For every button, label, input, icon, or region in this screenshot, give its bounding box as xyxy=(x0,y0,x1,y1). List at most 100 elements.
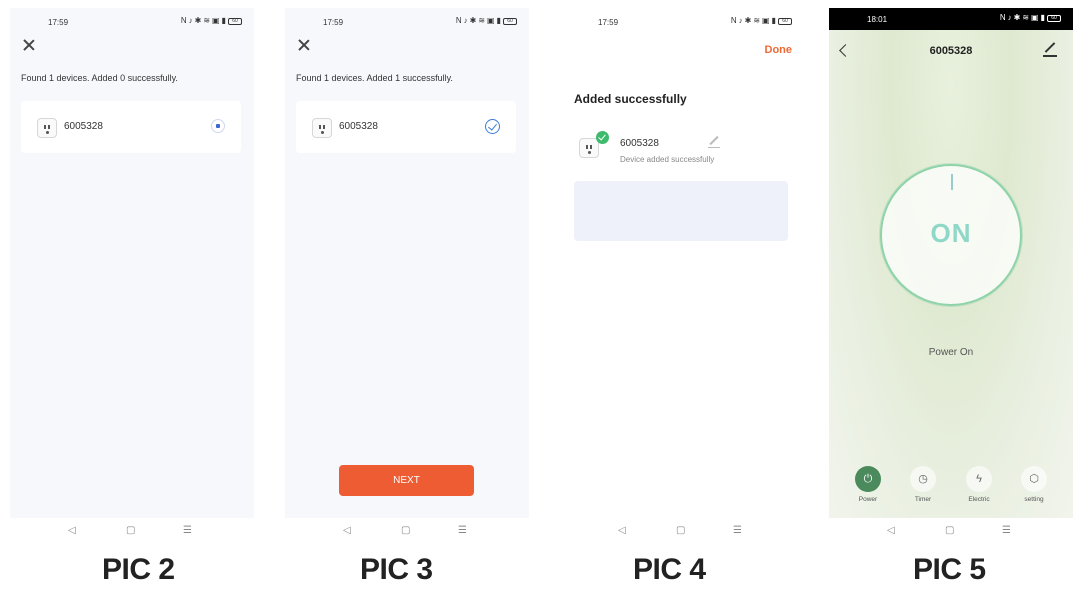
status-time: 18:01 xyxy=(867,15,888,24)
nav-back-icon[interactable]: ◁ xyxy=(68,525,76,536)
mute-icon: ♪ xyxy=(1007,13,1012,22)
status-icons: N ♪ ✱ ≋ ▣ ▮ 60 xyxy=(456,17,517,25)
bluetooth-icon: ✱ xyxy=(194,16,202,25)
wifi-icon: ≋ xyxy=(1022,13,1030,22)
device-name: 6005328 xyxy=(620,138,659,149)
caption-pic3: PIC 3 xyxy=(360,553,433,586)
tab-setting[interactable]: ⬡ setting xyxy=(1009,466,1059,503)
nav-menu-icon[interactable]: ☰ xyxy=(183,525,192,536)
smart-plug-icon xyxy=(579,138,599,158)
bluetooth-icon: ✱ xyxy=(744,16,752,25)
device-name: 6005328 xyxy=(339,121,378,132)
nav-home-icon[interactable]: ▢ xyxy=(401,525,410,536)
nav-back-icon[interactable]: ◁ xyxy=(887,525,895,536)
mute-icon: ♪ xyxy=(463,16,468,25)
dial-indicator xyxy=(951,174,953,190)
device-name: 6005328 xyxy=(64,121,103,132)
device-title: 6005328 xyxy=(929,45,973,57)
signal-icon: ▮ xyxy=(771,16,776,25)
android-nav-bar-pic2: ◁ ▢ ☰ xyxy=(10,518,254,548)
sim-icon: ▣ xyxy=(1031,13,1039,22)
battery-icon: 60 xyxy=(503,17,517,25)
lightning-icon: ϟ xyxy=(966,466,992,492)
mute-icon: ♪ xyxy=(738,16,743,25)
caption-pic2: PIC 2 xyxy=(102,553,175,586)
status-icons: N ♪ ✱ ≋ ▣ ▮ 60 xyxy=(731,17,792,25)
page-title: Added successfully xyxy=(574,92,687,106)
edit-icon[interactable] xyxy=(1043,42,1057,57)
pic3-screen: 17:59 N ♪ ✱ ≋ ▣ ▮ 60 Found 1 devices. Ad… xyxy=(285,8,529,518)
next-button[interactable]: NEXT xyxy=(339,465,474,496)
blank-card xyxy=(574,181,788,241)
nav-menu-icon[interactable]: ☰ xyxy=(458,525,467,536)
tab-timer-label: Timer xyxy=(914,496,932,503)
battery-icon: 60 xyxy=(228,17,242,25)
tab-setting-label: setting xyxy=(1024,496,1044,503)
nav-back-icon[interactable]: ◁ xyxy=(343,525,351,536)
power-dial[interactable]: ON xyxy=(880,164,1022,306)
nfc-icon: N xyxy=(730,16,737,25)
nfc-icon: N xyxy=(999,13,1006,22)
caption-pic4: PIC 4 xyxy=(633,553,706,586)
status-bar: 18:01 N ♪ ✱ ≋ ▣ ▮ 60 xyxy=(829,8,1073,30)
status-time: 17:59 xyxy=(48,18,69,27)
check-circle-icon xyxy=(485,119,500,134)
device-status-text: Device added successfully xyxy=(620,155,715,164)
power-dial-label: ON xyxy=(930,218,972,248)
pic2-screen: 17:59 N ♪ ✱ ≋ ▣ ▮ 60 Found 1 devices. Ad… xyxy=(10,8,254,518)
nfc-icon: N xyxy=(180,16,187,25)
pencil-icon[interactable] xyxy=(708,136,720,148)
android-nav-bar-pic4: ◁ ▢ ☰ xyxy=(560,518,804,548)
tab-timer[interactable]: ◷ Timer xyxy=(898,466,948,503)
found-status-text: Found 1 devices. Added 0 successfully. xyxy=(21,73,178,83)
close-icon[interactable] xyxy=(297,38,311,52)
success-check-icon xyxy=(596,131,609,144)
status-time: 17:59 xyxy=(323,18,344,27)
smart-plug-icon xyxy=(312,118,332,138)
tab-power[interactable]: ⏻ Power xyxy=(843,466,893,503)
status-bar: 17:59 N ♪ ✱ ≋ ▣ ▮ 60 xyxy=(285,8,529,36)
nav-home-icon[interactable]: ▢ xyxy=(676,525,685,536)
timer-icon: ◷ xyxy=(910,466,936,492)
pic5-screen: 18:01 N ♪ ✱ ≋ ▣ ▮ 60 6005328 ON Power On… xyxy=(829,8,1073,518)
settings-cube-icon: ⬡ xyxy=(1021,466,1047,492)
signal-icon: ▮ xyxy=(496,16,501,25)
sim-icon: ▣ xyxy=(487,16,495,25)
signal-icon: ▮ xyxy=(221,16,226,25)
status-icons: N ♪ ✱ ≋ ▣ ▮ 60 xyxy=(1000,14,1061,22)
status-bar: 17:59 N ♪ ✱ ≋ ▣ ▮ 60 xyxy=(560,8,804,36)
found-status-text: Found 1 devices. Added 1 successfully. xyxy=(296,73,453,83)
bottom-tab-bar: ⏻ Power ◷ Timer ϟ Electric ⬡ setting xyxy=(829,466,1073,506)
nfc-icon: N xyxy=(455,16,462,25)
power-state-text: Power On xyxy=(928,347,974,358)
done-button[interactable]: Done xyxy=(765,44,793,56)
status-time: 17:59 xyxy=(598,18,619,27)
power-icon: ⏻ xyxy=(855,466,881,492)
tab-electric-label: Electric xyxy=(968,496,990,503)
device-card[interactable]: 6005328 xyxy=(21,101,241,153)
battery-icon: 60 xyxy=(1047,14,1061,22)
nav-menu-icon[interactable]: ☰ xyxy=(1002,525,1011,536)
tab-power-label: Power xyxy=(858,496,878,503)
close-icon[interactable] xyxy=(22,38,36,52)
tab-electric[interactable]: ϟ Electric xyxy=(954,466,1004,503)
wifi-icon: ≋ xyxy=(478,16,486,25)
wifi-icon: ≋ xyxy=(753,16,761,25)
smart-plug-icon xyxy=(37,118,57,138)
nav-back-icon[interactable]: ◁ xyxy=(618,525,626,536)
bluetooth-icon: ✱ xyxy=(1013,13,1021,22)
sim-icon: ▣ xyxy=(762,16,770,25)
nav-home-icon[interactable]: ▢ xyxy=(945,525,954,536)
wifi-icon: ≋ xyxy=(203,16,211,25)
battery-icon: 60 xyxy=(778,17,792,25)
device-card[interactable]: 6005328 xyxy=(296,101,516,153)
status-icons: N ♪ ✱ ≋ ▣ ▮ 60 xyxy=(181,17,242,25)
nav-menu-icon[interactable]: ☰ xyxy=(733,525,742,536)
android-nav-bar-pic5: ◁ ▢ ☰ xyxy=(829,518,1073,548)
signal-icon: ▮ xyxy=(1040,13,1045,22)
caption-pic5: PIC 5 xyxy=(913,553,986,586)
bluetooth-icon: ✱ xyxy=(469,16,477,25)
pic4-screen: 17:59 N ♪ ✱ ≋ ▣ ▮ 60 Done Added successf… xyxy=(560,8,804,518)
nav-home-icon[interactable]: ▢ xyxy=(126,525,135,536)
mute-icon: ♪ xyxy=(188,16,193,25)
